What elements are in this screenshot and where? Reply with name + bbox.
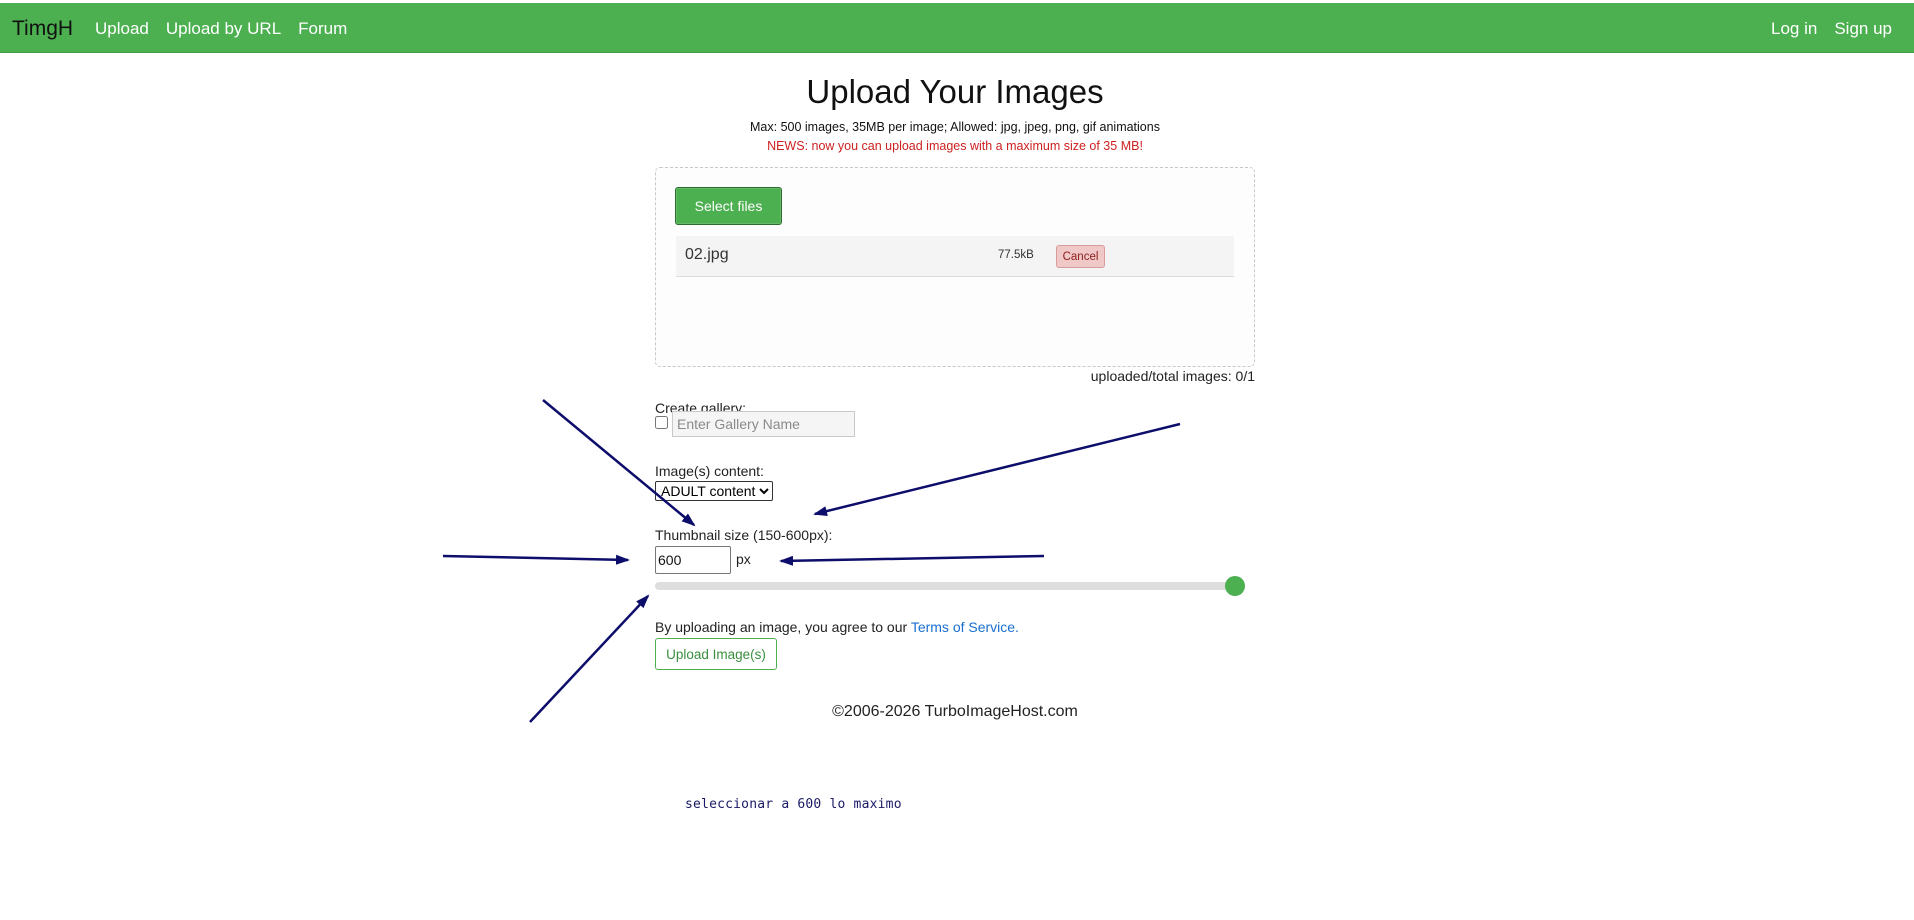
thumbnail-unit: px — [736, 551, 751, 567]
terms-agreement: By uploading an image, you agree to our … — [655, 619, 1019, 635]
gallery-name-input[interactable] — [672, 411, 855, 437]
content-label: Image(s) content: — [655, 463, 764, 479]
nav-link-upload-by-url[interactable]: Upload by URL — [166, 19, 281, 39]
terms-agreement-text: By uploading an image, you agree to our — [655, 619, 911, 635]
page-title: Upload Your Images — [806, 73, 1104, 110]
content-type-select[interactable]: ADULT content — [655, 481, 773, 501]
brand-logo[interactable]: TimgH — [12, 17, 73, 41]
create-gallery-checkbox[interactable] — [655, 416, 668, 429]
annotation-arrow — [442, 554, 630, 565]
nav-left: Upload Upload by URL Forum — [95, 19, 347, 39]
copyright-text: ©2006-2026 TurboImageHost.com — [832, 703, 1078, 720]
annotation-arrows — [442, 399, 1181, 723]
nav-link-forum[interactable]: Forum — [298, 19, 347, 39]
upload-dropzone[interactable]: Select files 02.jpg 77.5kB Cancel — [655, 167, 1255, 367]
thumbnail-size-input[interactable] — [655, 546, 731, 574]
select-files-button[interactable]: Select files — [675, 187, 782, 225]
annotation-note: seleccionar a 600 lo maximo — [685, 797, 902, 812]
page: TimgH Upload Upload by URL Forum Log in … — [0, 0, 1914, 920]
nav-link-signup[interactable]: Sign up — [1834, 19, 1892, 39]
thumbnail-size-slider[interactable] — [655, 576, 1245, 596]
upload-counter: uploaded/total images: 0/1 — [1090, 368, 1255, 384]
upload-limits-text: Max: 500 images, 35MB per image; Allowed… — [750, 120, 1160, 134]
upload-images-button[interactable]: Upload Image(s) — [655, 638, 777, 670]
nav-link-upload[interactable]: Upload — [95, 19, 149, 39]
annotation-arrow — [779, 554, 1045, 566]
annotation-arrow — [813, 422, 1181, 516]
nav-link-login[interactable]: Log in — [1771, 19, 1817, 39]
file-size: 77.5kB — [998, 249, 1034, 261]
file-row: 02.jpg 77.5kB Cancel — [676, 236, 1234, 277]
news-text: NEWS: now you can upload images with a m… — [767, 139, 1143, 153]
file-name: 02.jpg — [685, 246, 729, 263]
cancel-file-button[interactable]: Cancel — [1056, 245, 1105, 268]
annotation-arrow — [529, 594, 650, 723]
terms-of-service-link[interactable]: Terms of Service. — [911, 619, 1019, 635]
thumbnail-size-label: Thumbnail size (150-600px): — [655, 527, 833, 543]
navbar: TimgH Upload Upload by URL Forum Log in … — [0, 3, 1914, 53]
slider-thumb[interactable] — [1225, 576, 1245, 596]
nav-right: Log in Sign up — [1771, 19, 1892, 39]
